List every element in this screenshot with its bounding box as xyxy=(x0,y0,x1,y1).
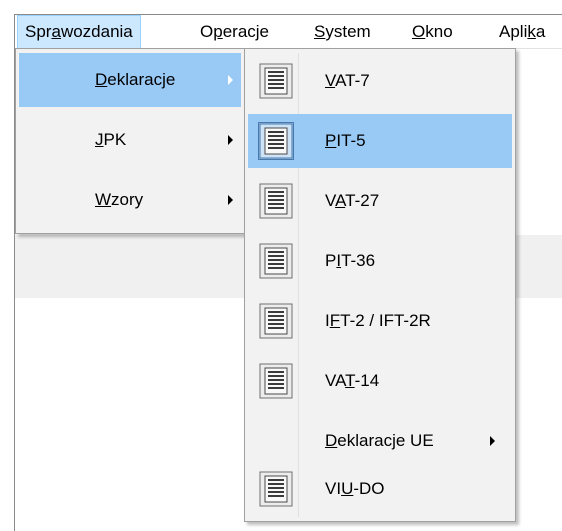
menu-accelerator: P xyxy=(325,131,337,150)
menu-item-label: JPK xyxy=(95,113,126,167)
menu-label-part: wozdania xyxy=(60,22,133,41)
form-icon xyxy=(259,303,293,339)
label-part: VA xyxy=(325,371,346,390)
menu-item-label: VAT-27 xyxy=(325,174,379,228)
menu-item-jpk[interactable]: JPK xyxy=(19,113,241,167)
label-part: AT-7 xyxy=(335,71,370,90)
submenu-arrow-icon xyxy=(228,75,233,85)
submenu-arrow-icon xyxy=(490,436,495,446)
menu-item-vat-14[interactable]: VAT-14 xyxy=(248,354,512,408)
menu-label-part: ystem xyxy=(325,22,371,41)
label-part: P xyxy=(325,251,337,270)
form-icon xyxy=(259,471,293,507)
menu-accelerator: U xyxy=(341,479,354,498)
menu-accelerator: F xyxy=(329,311,341,330)
menu-item-pit-5[interactable]: PIT-5 xyxy=(248,114,512,168)
label-part: IT-5 xyxy=(336,131,366,150)
submenu-deklaracje: VAT-7 PIT-5 VAT-27 PIT-36 IFT-2 / IFT-2R… xyxy=(244,48,516,522)
form-icon xyxy=(259,183,293,219)
label-part: VI xyxy=(325,479,342,498)
menu-item-label: VAT-14 xyxy=(325,354,379,408)
menu-item-label: Deklaracje xyxy=(95,53,175,107)
menu-label-part: a xyxy=(535,22,546,41)
menu-label-part: eracje xyxy=(222,22,270,41)
menu-accelerator: W xyxy=(95,190,112,209)
form-icon xyxy=(259,363,293,399)
menu-accelerator: S xyxy=(314,22,326,41)
menu-accelerator: D xyxy=(95,70,108,89)
menu-operacje[interactable]: Operacje xyxy=(193,15,276,49)
menu-accelerator: k xyxy=(527,22,536,41)
submenu-arrow-icon xyxy=(228,135,233,145)
menu-okno[interactable]: Okno xyxy=(405,15,460,49)
label-part: T-2 / IFT-2R xyxy=(340,311,431,330)
label-part: zory xyxy=(111,190,144,209)
form-icon xyxy=(259,63,293,99)
menu-item-label: VAT-7 xyxy=(325,54,370,108)
menu-aplikacja[interactable]: Aplika xyxy=(492,15,552,49)
menu-item-label: VIU-DO xyxy=(325,462,385,516)
menu-item-deklaracje-ue[interactable]: Deklaracje UE xyxy=(248,414,512,468)
menu-item-vat-7[interactable]: VAT-7 xyxy=(248,54,512,108)
menu-item-vat-27[interactable]: VAT-27 xyxy=(248,174,512,228)
menu-item-label: PIT-36 xyxy=(325,234,375,288)
menu-system[interactable]: System xyxy=(307,15,378,49)
menu-item-label: IFT-2 / IFT-2R xyxy=(325,294,431,348)
menu-item-wzory[interactable]: Wzory xyxy=(19,173,241,227)
menu-accelerator: A xyxy=(335,191,346,210)
menu-accelerator: T xyxy=(345,371,355,390)
menu-item-deklaracje[interactable]: Deklaracje xyxy=(19,53,241,107)
menu-accelerator: p xyxy=(213,22,223,41)
menu-label-part: kno xyxy=(425,22,453,41)
menu-label-part: Spr xyxy=(25,22,52,41)
label-part: T-36 xyxy=(341,251,376,270)
menu-accelerator: a xyxy=(51,22,61,41)
menu-label-part: Apli xyxy=(499,22,528,41)
submenu-sprawozdania: Deklaracje JPK Wzory xyxy=(15,48,245,234)
label-part: T-27 xyxy=(345,191,380,210)
menu-item-label: PIT-5 xyxy=(325,114,366,168)
menu-item-label: Deklaracje UE xyxy=(325,414,434,468)
label-part: -14 xyxy=(354,371,380,390)
label-part: eklaracje xyxy=(107,70,176,89)
label-part: V xyxy=(325,191,336,210)
label-part: -DO xyxy=(353,479,385,498)
menu-bar: Sprawozdania Operacje System Okno Aplika xyxy=(15,15,562,49)
menu-item-viu-do[interactable]: VIU-DO xyxy=(248,462,512,516)
menu-label-part: O xyxy=(200,22,214,41)
form-icon xyxy=(258,122,294,160)
menu-accelerator: O xyxy=(412,22,426,41)
menu-sprawozdania[interactable]: Sprawozdania xyxy=(17,15,141,49)
menu-accelerator: J xyxy=(95,130,104,149)
menu-accelerator: D xyxy=(325,431,338,450)
menu-item-ift-2[interactable]: IFT-2 / IFT-2R xyxy=(248,294,512,348)
menu-item-pit-36[interactable]: PIT-36 xyxy=(248,234,512,288)
label-part: eklaracje UE xyxy=(337,431,434,450)
menu-item-label: Wzory xyxy=(95,173,143,227)
submenu-arrow-icon xyxy=(228,195,233,205)
form-icon xyxy=(259,243,293,279)
label-part: PK xyxy=(103,130,127,149)
menu-accelerator: V xyxy=(325,71,336,90)
